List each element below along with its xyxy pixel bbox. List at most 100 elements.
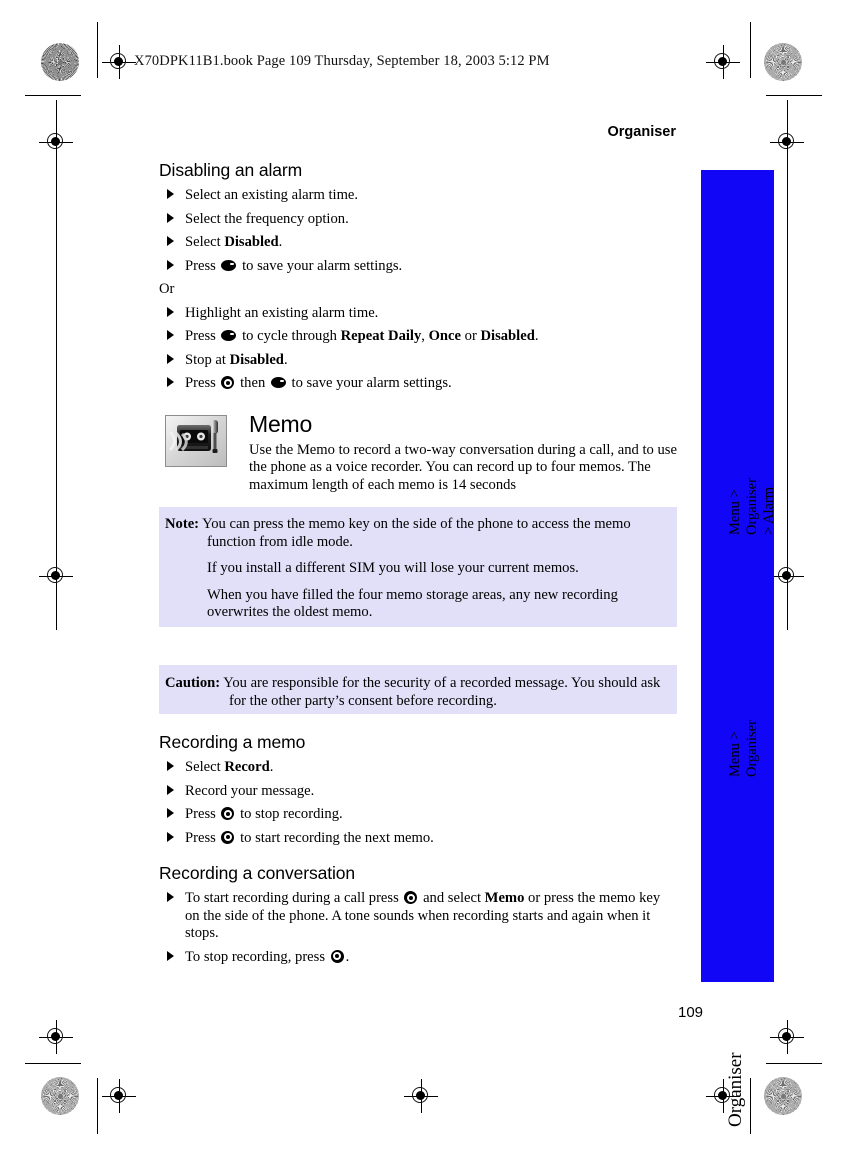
step-text: to save your alarm settings. xyxy=(287,375,452,391)
memo-description: Use the Memo to record a two-way convers… xyxy=(249,441,677,493)
side-tab-item-menu-organiser: Menu > Organiser xyxy=(727,720,760,777)
list-item: Record your message. xyxy=(159,783,677,801)
navkey-icon xyxy=(221,376,235,389)
crop-mark-bottom-right-vertical xyxy=(750,1078,751,1134)
note-paragraph: Note: You can press the memo key on the … xyxy=(159,516,667,551)
registration-target-bottom-left xyxy=(102,1079,136,1113)
softkey-icon xyxy=(221,259,237,271)
step-text: Select xyxy=(185,234,225,250)
triangle-bullet-icon xyxy=(167,330,174,340)
triangle-bullet-icon xyxy=(167,784,174,795)
crop-mark-right-edge-vertical xyxy=(787,100,788,630)
step-bold-term: Record xyxy=(224,759,270,775)
crop-mark-left-edge-vertical xyxy=(56,100,57,630)
side-tab-column: Menu > Organiser > Alarm Menu > Organise… xyxy=(701,170,777,1127)
step-bold-term: Repeat Daily xyxy=(340,328,422,344)
heading-disabling-an-alarm: Disabling an alarm xyxy=(159,160,303,180)
step-bold-term: Disabled xyxy=(480,328,535,344)
registration-target-top-left xyxy=(102,45,136,79)
step-text-post: . xyxy=(283,351,288,368)
step-text: and select xyxy=(419,890,485,906)
list-item: Press then to save your alarm settings. xyxy=(159,375,677,393)
caution-label: Caution: xyxy=(165,675,221,691)
prepress-starburst-top-right xyxy=(764,43,802,81)
list-item: Select Record. xyxy=(159,759,677,777)
step-text: Press xyxy=(185,328,220,344)
steps-disabling-alarm-second: Highlight an existing alarm time. Press … xyxy=(159,305,677,393)
prepress-starburst-top-left xyxy=(41,43,79,81)
step-text: Select an existing alarm time. xyxy=(185,187,359,203)
step-text: Press xyxy=(185,257,220,274)
note-paragraph: If you install a different SIM you will … xyxy=(207,560,579,576)
heading-recording-a-conversation: Recording a conversation xyxy=(159,863,356,883)
page-number: 109 xyxy=(678,1004,704,1021)
or-separator: Or xyxy=(159,281,175,297)
list-item: Select an existing alarm time. xyxy=(159,187,677,205)
triangle-bullet-icon xyxy=(167,892,174,902)
caution-paragraph: Caution: You are responsible for the sec… xyxy=(159,675,667,710)
triangle-bullet-icon xyxy=(167,306,174,317)
note-text: You can press the memo key on the side o… xyxy=(202,516,631,550)
registration-target-bottom-center xyxy=(404,1079,438,1113)
step-text: Press xyxy=(185,806,220,822)
list-item: Select Disabled. xyxy=(159,234,677,252)
step-text: Stop at xyxy=(185,351,230,368)
step-text: then xyxy=(236,375,269,391)
triangle-bullet-icon xyxy=(167,831,174,842)
side-tab-item-organiser: Organiser xyxy=(725,1052,746,1127)
memo-icon-art xyxy=(166,415,226,466)
triangle-bullet-icon xyxy=(167,950,174,961)
caution-callout: Caution: You are responsible for the sec… xyxy=(159,665,677,714)
caution-text: You are responsible for the security of … xyxy=(223,675,661,709)
triangle-bullet-icon xyxy=(167,212,174,223)
triangle-bullet-icon xyxy=(167,353,174,364)
step-bold-term: Once xyxy=(428,328,462,344)
running-head: Organiser xyxy=(607,124,677,140)
crop-mark-bottom-left-vertical xyxy=(97,1078,98,1134)
heading-recording-a-memo: Recording a memo xyxy=(159,732,306,752)
step-text-post: to save your alarm settings. xyxy=(238,257,403,274)
step-text: To start recording during a call press xyxy=(185,890,403,906)
triangle-bullet-icon xyxy=(167,377,174,387)
softkey-icon xyxy=(221,330,237,341)
main-content-column: Disabling an alarm Select an existing al… xyxy=(159,160,677,972)
navkey-icon xyxy=(221,807,235,820)
step-text-post: . xyxy=(345,948,350,965)
registration-target-mid-right xyxy=(770,559,804,593)
cassette-microphone-icon xyxy=(165,414,227,467)
page-canvas: X70DPK11B1.book Page 109 Thursday, Septe… xyxy=(0,0,843,1156)
memo-text-body: Memo Use the Memo to record a two-way co… xyxy=(159,411,677,495)
crop-mark-lower-left-horizontal xyxy=(25,1063,81,1064)
registration-target-lower-right xyxy=(770,1020,804,1054)
navkey-icon xyxy=(330,949,344,963)
list-item: To start recording during a call press a… xyxy=(159,890,677,943)
prepress-starburst-bottom-left xyxy=(41,1077,79,1115)
step-text: Press xyxy=(185,829,220,846)
crop-mark-upper-right-horizontal xyxy=(766,95,822,96)
navkey-icon xyxy=(221,830,235,844)
steps-recording-memo: Select Record. Record your message. Pres… xyxy=(159,759,677,847)
navkey-icon xyxy=(404,891,418,904)
triangle-bullet-icon xyxy=(167,236,174,246)
list-item: Press to save your alarm settings. xyxy=(159,258,677,276)
crop-mark-lower-right-horizontal xyxy=(766,1063,822,1064)
step-text: Record your message. xyxy=(185,782,315,799)
note-paragraph: When you have filled the four memo stora… xyxy=(207,586,618,621)
registration-target-mid-left xyxy=(39,559,73,593)
triangle-bullet-icon xyxy=(167,808,174,818)
steps-disabling-alarm-first: Select an existing alarm time. Select th… xyxy=(159,187,677,275)
memo-intro-block: Memo Use the Memo to record a two-way co… xyxy=(159,411,677,495)
steps-recording-conversation: To start recording during a call press a… xyxy=(159,890,677,966)
list-item: Press to start recording the next memo. xyxy=(159,830,677,848)
registration-target-lower-left xyxy=(39,1020,73,1054)
step-text-post: . xyxy=(269,759,274,775)
file-slug-line: X70DPK11B1.book Page 109 Thursday, Septe… xyxy=(134,53,550,69)
list-item: Press to cycle through Repeat Daily, Onc… xyxy=(159,328,677,346)
crop-mark-top-left-vertical xyxy=(97,22,98,78)
crop-mark-upper-left-horizontal xyxy=(25,95,81,96)
step-text-post: to start recording the next memo. xyxy=(236,829,434,846)
note-callout: Note: You can press the memo key on the … xyxy=(159,507,677,627)
triangle-bullet-icon xyxy=(167,761,174,771)
step-text: To stop recording, press xyxy=(185,948,329,965)
triangle-bullet-icon xyxy=(167,189,174,199)
